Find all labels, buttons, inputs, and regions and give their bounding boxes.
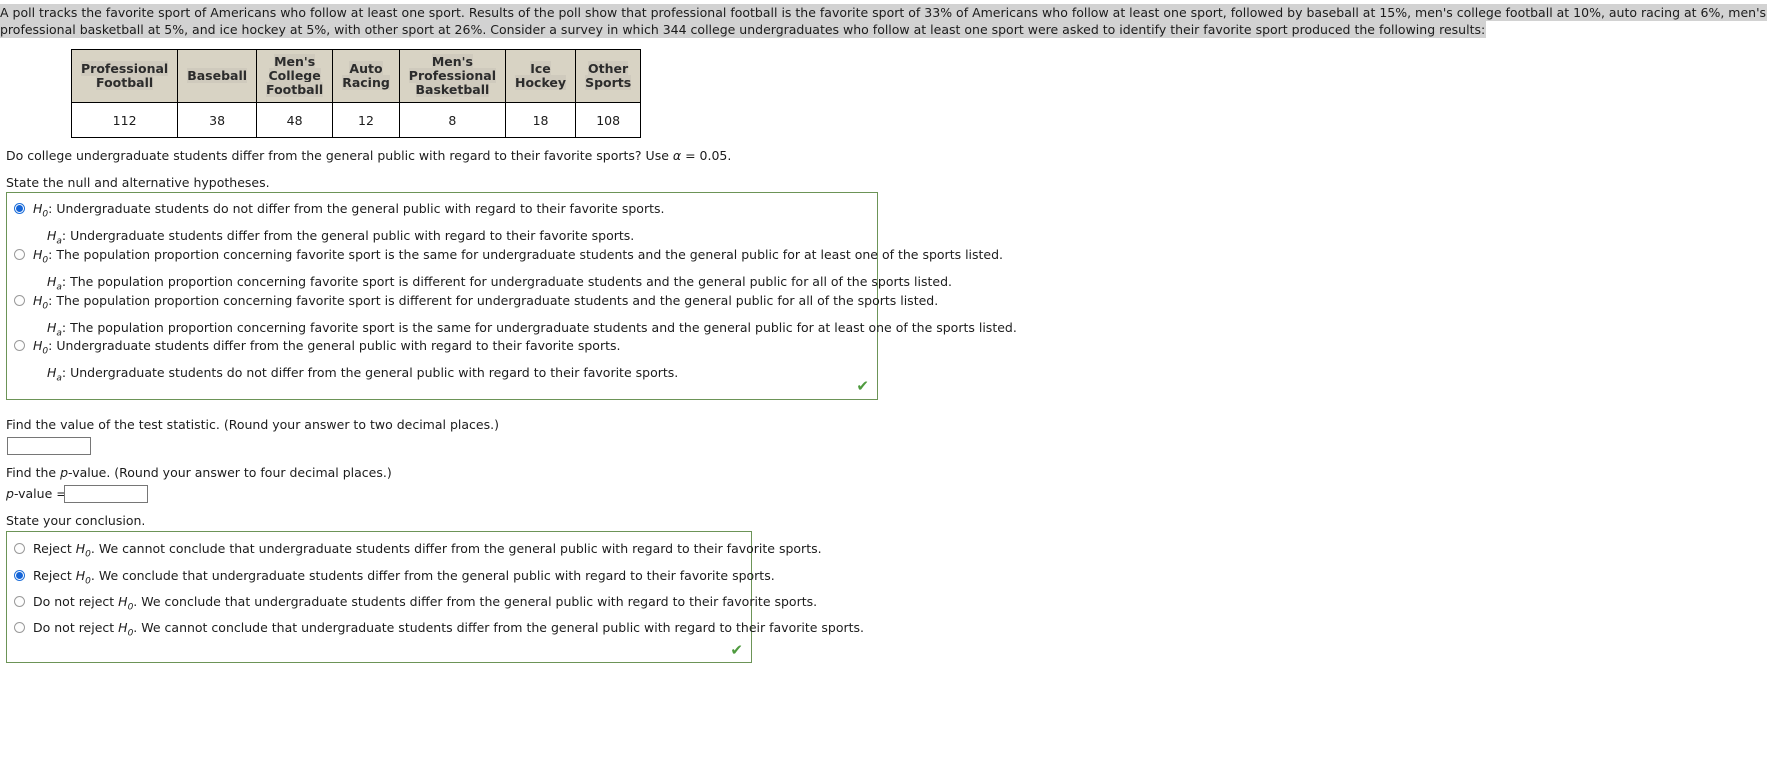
h-null-symbol: H0: [33, 293, 57, 312]
alpha-symbol: α [672, 148, 682, 163]
survey-results-table: Professional Football Baseball Men's College… [70, 49, 642, 138]
conclusion-correct-check-icon: ✔ [730, 641, 743, 659]
h-alt-symbol: Ha: [47, 319, 71, 339]
h-alt-symbol: Ha: [47, 364, 71, 384]
p-value-label-suffix: -value. (Round your answer to four decim… [68, 465, 392, 480]
conclusion-answer-group[interactable]: Reject H0. We cannot conclude that under… [6, 531, 864, 663]
hypothesis-null-text: The population proportion concerning fav… [56, 247, 1004, 262]
hypothesis-option-radio[interactable] [14, 295, 25, 306]
conclusion-option-radio[interactable] [14, 622, 25, 633]
p-value-label-prefix: Find the [6, 465, 61, 480]
problem-statement-line-1: A poll tracks the favorite sport of Amer… [0, 5, 1767, 20]
hypothesis-option[interactable]: H0: The population proportion concerning… [7, 292, 1017, 342]
hypothesis-option[interactable]: H0: Undergraduate students do not differ… [7, 200, 877, 250]
table-cell-value: 38 [177, 102, 258, 138]
hypothesis-option-null-line[interactable]: H0: The population proportion concerning… [7, 246, 1003, 270]
h-alt-symbol: Ha: [47, 273, 71, 293]
test-statistic-input[interactable] [7, 437, 91, 455]
conclusion-action-text: Do not reject [33, 594, 119, 609]
conclusion-option-radio[interactable] [14, 543, 25, 554]
table-column-header: Baseball [177, 49, 258, 103]
table-cell-value: 108 [575, 102, 642, 138]
table-cell-value: 18 [504, 102, 577, 138]
hypothesis-option-null-line[interactable]: H0: Undergraduate students do not differ… [7, 200, 877, 224]
h-null-symbol: H0: [33, 338, 57, 357]
hypothesis-null-text: Undergraduate students differ from the g… [56, 338, 621, 353]
conclusion-option-text: . We cannot conclude that undergraduate … [90, 541, 822, 556]
hypothesis-option-null-line[interactable]: H0: The population proportion concerning… [7, 292, 938, 316]
hypothesis-alt-text: The population proportion concerning fav… [70, 319, 1017, 335]
hypothesis-option-alt-line: Ha: Undergraduate students do not differ… [7, 364, 877, 388]
hypothesis-answer-group[interactable]: H0: Undergraduate students do not differ… [6, 192, 1017, 400]
h-alt-symbol: Ha: [47, 227, 71, 247]
conclusion-option-text: . We conclude that undergraduate student… [133, 594, 818, 609]
conclusion-option[interactable]: Reject H0. We conclude that undergraduat… [7, 567, 775, 591]
table-column-header: Men's College Football [256, 49, 334, 103]
hypothesis-option-null-line[interactable]: H0: Undergraduate students differ from t… [7, 337, 877, 361]
table-column-header: Other Sports [575, 49, 642, 103]
h-null-symbol: H0 [75, 568, 91, 587]
p-value-field-label: p-value = [6, 486, 67, 501]
conclusion-option-text: . We cannot conclude that undergraduate … [133, 620, 865, 635]
h-null-symbol: H0: [33, 201, 57, 220]
conclusion-action-text: Reject [33, 568, 76, 583]
problem-statement: A poll tracks the favorite sport of Amer… [0, 4, 1777, 38]
conclusion-option-radio[interactable] [14, 596, 25, 607]
h-null-symbol: H0 [75, 541, 91, 560]
table-column-header: Auto Racing [332, 49, 400, 103]
hypothesis-option[interactable]: H0: The population proportion concerning… [7, 246, 1003, 296]
main-question-prompt: Do college undergraduate students differ… [6, 148, 731, 163]
conclusion-option-radio[interactable] [14, 570, 25, 581]
main-question-text: Do college undergraduate students differ… [6, 148, 732, 163]
p-value-field-label-suffix: -value = [13, 486, 67, 501]
table-column-header: Men's Professional Basketball [398, 49, 507, 103]
hypothesis-alt-text: The population proportion concerning fav… [70, 273, 952, 289]
hypothesis-option[interactable]: H0: Undergraduate students differ from t… [7, 337, 877, 387]
h-null-symbol: H0: [33, 247, 57, 266]
conclusion-option-text: . We conclude that undergraduate student… [90, 568, 775, 583]
table-cell-value: 48 [256, 102, 334, 138]
table-header-row: Professional Football Baseball Men's College… [70, 49, 642, 103]
conclusion-action-text: Reject [33, 541, 76, 556]
hypothesis-option-radio[interactable] [14, 340, 25, 351]
p-value-label: Find the p-value. (Round your answer to … [6, 465, 392, 480]
hypothesis-alt-text: Undergraduate students differ from the g… [70, 227, 635, 243]
test-statistic-label: Find the value of the test statistic. (R… [6, 417, 499, 432]
table-cell-value: 8 [398, 102, 507, 138]
conclusion-option[interactable]: Reject H0. We cannot conclude that under… [7, 540, 822, 564]
problem-statement-line-2: professional basketball at 5%, and ice h… [0, 22, 1486, 37]
conclusion-action-text: Do not reject [33, 620, 119, 635]
conclusion-option[interactable]: Do not reject H0. We cannot conclude tha… [7, 619, 864, 643]
table-cell-value: 112 [70, 102, 179, 138]
h-null-symbol: H0 [118, 620, 134, 639]
p-value-label-italic: p [60, 465, 69, 480]
table-column-header: Professional Football [70, 49, 179, 103]
hypothesis-alt-text: Undergraduate students do not differ fro… [70, 364, 679, 380]
hypothesis-null-text: The population proportion concerning fav… [56, 293, 939, 308]
conclusion-option[interactable]: Do not reject H0. We conclude that under… [7, 593, 817, 617]
survey-results-table-wrapper: Professional Football Baseball Men's College… [70, 49, 642, 138]
hypothesis-null-text: Undergraduate students do not differ fro… [56, 201, 665, 216]
table-column-header: Ice Hockey [504, 49, 577, 103]
hypotheses-section-label: State the null and alternative hypothese… [6, 175, 270, 190]
hypothesis-option-radio[interactable] [14, 249, 25, 260]
h-null-symbol: H0 [118, 594, 134, 613]
p-value-field-label-italic: p [6, 486, 14, 501]
table-data-row: 112 38 48 12 8 18 108 [70, 102, 642, 138]
hypothesis-option-radio[interactable] [14, 203, 25, 214]
conclusion-section-label: State your conclusion. [6, 513, 146, 528]
p-value-input[interactable] [64, 485, 148, 503]
hypothesis-correct-check-icon: ✔ [856, 377, 869, 395]
table-cell-value: 12 [332, 102, 400, 138]
